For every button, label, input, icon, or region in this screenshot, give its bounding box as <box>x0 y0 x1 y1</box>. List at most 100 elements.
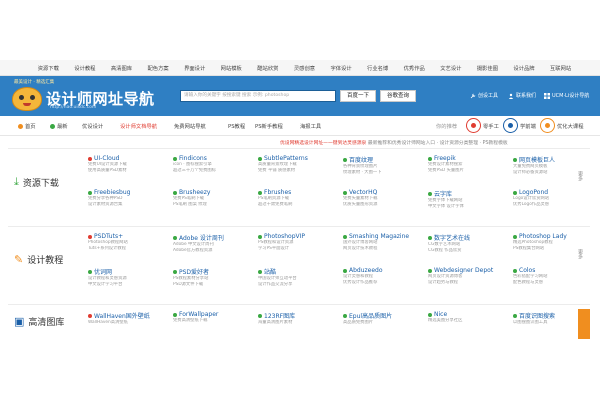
site-description: WallHaven高清壁纸 <box>88 320 128 325</box>
subnav-home[interactable]: 首页 <box>18 122 36 130</box>
site-description: PSD源文件下载 <box>173 281 204 287</box>
site-link[interactable]: Smashing Magazine 国外设计博客网站 网页设计技术教程 <box>343 233 423 251</box>
site-description: 免费PSD 矢量图片 <box>428 167 464 173</box>
mascot-icon <box>12 87 42 111</box>
site-link[interactable]: 站酷 中国设计师互动平台 设计作品交流分享 <box>258 267 338 287</box>
top-nav-item[interactable]: 酷站欣赏 <box>250 64 287 72</box>
site-description: 设计作品交流分享 <box>258 281 293 287</box>
top-nav-item[interactable]: 摄影佳图 <box>469 64 506 72</box>
more-link[interactable]: 更多 <box>576 171 584 181</box>
site-name: WallHaven国外壁纸 <box>94 313 150 320</box>
site-link[interactable]: UI-Cloud 免费UI设计资源下载 使用高质量PSD素材 <box>88 155 168 173</box>
top-nav-item[interactable]: 配色方案 <box>140 64 177 72</box>
site-name-row: PSD爱好者 <box>173 267 253 276</box>
subnav-ps-beginner[interactable]: PS新手教程 <box>255 122 283 130</box>
handcraft-icon[interactable]: .r1::after{} <box>466 118 481 133</box>
top-nav-item[interactable]: 字体设计 <box>323 64 360 72</box>
top-nav-item[interactable]: 文艺设计 <box>433 64 470 72</box>
subnav-poster-tools[interactable]: 海报工具 <box>300 122 321 130</box>
site-link[interactable]: 数字艺术在线 CG数字艺术网站 CG教程 作品欣赏 <box>428 233 508 253</box>
site-link[interactable]: Colos 色彩搭配学习网站 配色教程与灵感 <box>513 267 593 285</box>
top-nav-item[interactable]: 设计品牌 <box>506 64 543 72</box>
top-nav-item[interactable]: 优秀作品 <box>396 64 433 72</box>
top-nav-item[interactable]: 行业名博 <box>359 64 396 72</box>
baidu-search-button[interactable]: 百度一下 <box>340 90 376 102</box>
site-description: 高品质免费图片 <box>343 320 374 325</box>
site-link[interactable]: Fbrushes PS笔刷资源下载 超过千款免费笔刷 <box>258 189 338 207</box>
site-name: Epul高品质图片 <box>349 313 393 320</box>
site-name-row: 百度纹理 <box>343 155 423 164</box>
header-link-label: 创设工具 <box>478 93 499 99</box>
header-link-contact[interactable]: 联系我们 <box>508 92 536 99</box>
site-link[interactable]: Webdesigner Depot 网页设计资源博客 设计趋势与教程 <box>428 267 508 285</box>
top-nav-item[interactable]: 界面设计 <box>176 64 213 72</box>
section-1: ✎ 设计教程 PSDTuts+ Photoshop教程网站 Tuts+系列设计教程 优词网… <box>8 226 590 302</box>
search-input[interactable]: 请输入你的关键字 按搜索键 搜索 示例: photoshop <box>180 90 336 102</box>
site-link[interactable]: Brusheezy 免费PS笔刷下载 PS笔刷 图案 纹理 <box>173 189 253 207</box>
site-link[interactable]: WallHaven国外壁纸 WallHaven高清壁纸 <box>88 311 168 326</box>
site-name-row: PSDTuts+ <box>88 233 168 240</box>
site-description: 中文设计学习平台 <box>88 281 123 287</box>
site-link[interactable]: LogoPond Logo设计欣赏网站 优秀Logo作品灵感 <box>513 189 593 207</box>
top-nav-item[interactable]: 高清图库 <box>103 64 140 72</box>
header-link-ucm[interactable]: UCM·Li设计导航 <box>544 92 589 99</box>
site-link[interactable]: Nice 精选美图分享社区 <box>428 311 508 324</box>
course-icon[interactable] <box>540 118 555 133</box>
more-link[interactable]: 更多 <box>576 249 584 259</box>
site-name-row: 数字艺术在线 <box>428 233 508 242</box>
site-name-row: Abduzeedo <box>343 267 423 274</box>
round-icon-dot <box>508 123 513 128</box>
header-link-tools[interactable]: 创设工具 <box>470 92 498 99</box>
notice-highlight[interactable]: 优设网精选设计网址—一键到达灵感源泉 <box>280 141 366 146</box>
site-name-row: Photoshop Lady <box>513 233 593 240</box>
side-tab[interactable] <box>578 309 590 339</box>
site-name: UI-Cloud <box>94 155 120 162</box>
site-link[interactable]: VectorHQ 免费矢量素材下载 优质矢量图形资源 <box>343 189 423 207</box>
site-description: 超过三十万个免费图标 <box>173 167 216 173</box>
frontend-icon[interactable] <box>503 118 518 133</box>
site-name-row: Adobe 设计周刊 <box>173 233 253 242</box>
site-link[interactable]: PhotoshopVIP PS教程和设计资源 学习PS平面设计 <box>258 233 338 251</box>
site-name-row: 网页模板巨人 <box>513 155 593 164</box>
site-link[interactable]: Findicons icon · 图标搜索引擎 超过三十万个免费图标 <box>173 155 253 173</box>
subnav-ps-tutorials[interactable]: PS教程 <box>228 122 245 130</box>
section-label: ▣ 高清图库 <box>14 315 74 328</box>
site-link[interactable]: Freebiesbug 免费分享各种PSD 设计素材资源合集 <box>88 189 168 207</box>
top-nav-item[interactable]: 设计教程 <box>67 64 104 72</box>
site-link[interactable]: Epul高品质图片 高品质免费图片 <box>343 311 423 326</box>
top-nav-item[interactable]: 网站模板 <box>213 64 250 72</box>
site-link[interactable]: 优词网 设计教程和灵感资源 中文设计学习平台 <box>88 267 168 287</box>
section-title: 高清图库 <box>28 318 65 328</box>
round-icon-dot <box>471 123 476 128</box>
subnav-free-sites[interactable]: 免费网站导航 <box>174 122 206 130</box>
google-search-button[interactable]: 谷歌查询 <box>380 90 416 102</box>
site-link[interactable]: Freepik 免费设计素材搜索 免费PSD 矢量图片 <box>428 155 508 173</box>
site-logo[interactable]: 最美设计 · 精选汇集 设计师网址导航 http://hao.uisdc.com <box>6 79 156 113</box>
site-link[interactable]: PSDTuts+ Photoshop教程网站 Tuts+系列设计教程 <box>88 233 168 251</box>
section-label: ⤓ 资源下载 <box>14 175 74 189</box>
top-nav-item[interactable]: 互联网站 <box>542 64 579 72</box>
top-navigation: 资源下载 设计教程 高清图库 配色方案 界面设计 网站模板 酷站欣赏 灵感创意 字体设计 行业名博… <box>0 60 600 76</box>
site-name: Abduzeedo <box>349 267 383 274</box>
bullet-icon <box>513 234 517 239</box>
site-name: Smashing Magazine <box>349 233 410 240</box>
site-name: 123RF图库 <box>264 313 296 320</box>
site-link[interactable]: ForWallpaper 免费高清壁纸下载 <box>173 311 253 324</box>
top-nav-item[interactable]: 资源下载 <box>30 64 67 72</box>
site-link[interactable]: 云字库 免费字体下载网站 中文字体 设计字体 <box>428 189 508 209</box>
site-name-row: PhotoshopVIP <box>258 233 338 240</box>
top-nav-item[interactable]: 灵感创意 <box>286 64 323 72</box>
site-link[interactable]: Abduzeedo 设计灵感和教程 优秀设计作品推荐 <box>343 267 423 285</box>
subnav-designer-docs[interactable]: 设计师文档导航 <box>120 122 157 130</box>
site-description: Tuts+系列设计教程 <box>88 245 126 251</box>
site-link[interactable]: Adobe 设计周刊 Adobe 中文设计周刊 Adobe官方教程资源 <box>173 233 253 253</box>
site-link[interactable]: PSD爱好者 PS教程素材分享站 PSD源文件下载 <box>173 267 253 287</box>
site-link[interactable]: 123RF图库 海量高清图片素材 <box>258 311 338 326</box>
site-link[interactable]: SubtlePatterns 高质量背景纹理下载 免费 平铺 质感素材 <box>258 155 338 173</box>
subnav-label: 最新 <box>57 124 68 130</box>
subnav-uisdc[interactable]: 优设设计 <box>82 122 103 130</box>
site-link[interactable]: 百度纹理 各种背景纹理图片 纹理素材 · 大图一下 <box>343 155 423 175</box>
notice-text: 最新推荐和优秀设计师网站入口 · 设计资源分类整理 · PS教程模板 <box>367 141 508 146</box>
subnav-latest[interactable]: 最新 <box>50 122 68 130</box>
subnav-label: 免费网站导航 <box>174 124 206 130</box>
